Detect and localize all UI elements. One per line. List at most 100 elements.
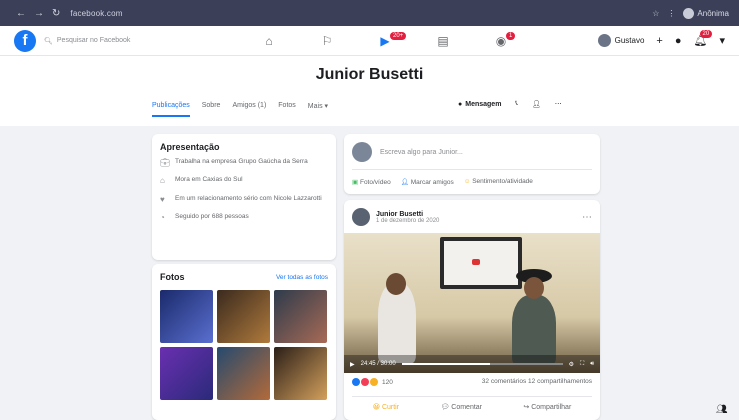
- avatar: [683, 7, 695, 19]
- rss-icon: ◔: [160, 213, 165, 223]
- search-input[interactable]: 🔍︎ Pesquisar no Facebook: [44, 37, 204, 45]
- like-reaction-icon: [352, 378, 360, 386]
- profile-name: Junior Busetti: [315, 66, 424, 83]
- photo-grid: [160, 290, 328, 400]
- browser-nav: ← → ↻: [16, 8, 60, 19]
- share-button[interactable]: ↪ Compartilhar: [523, 403, 571, 411]
- intro-text: Em um relacionamento sério com Nicole La…: [175, 194, 322, 202]
- home-icon: ⌂: [160, 176, 165, 186]
- comment-button[interactable]: 💬︎ Comentar: [440, 403, 482, 411]
- profile-label: Anônima: [697, 8, 729, 18]
- like-label: Curtir: [381, 404, 400, 411]
- feeling-label: Sentimento/atividade: [472, 178, 533, 185]
- see-all-photos-link[interactable]: Ver todas as fotos: [276, 274, 328, 281]
- photo-icon: ▣: [352, 179, 359, 186]
- intro-item: 💼︎ Trabalha na empresa Grupo Gaúcha da S…: [160, 158, 328, 168]
- settings-icon[interactable]: ⚙: [569, 361, 574, 368]
- like-button[interactable]: 😀︎ Curtir: [373, 403, 399, 411]
- avatar: [352, 142, 372, 162]
- reactions-row: 120 32 comentários 12 compartilhamentos: [352, 378, 592, 386]
- message-label: Mensagem: [465, 100, 502, 108]
- video-controls: ▶ 24:45 / 30:00 ⚙ ⛶ 🔊︎: [344, 355, 600, 373]
- volume-icon[interactable]: 🔊︎: [590, 361, 594, 368]
- haha-reaction-icon: [370, 378, 378, 386]
- comments-shares[interactable]: 32 comentários 12 compartilhamentos: [482, 378, 592, 386]
- video-time: 24:45 / 30:00: [360, 361, 396, 367]
- intro-item: ◔ Seguido por 688 pessoas: [160, 213, 328, 223]
- photo-thumbnail[interactable]: [160, 290, 213, 343]
- center-nav: ⌂ ⚐ ▶ 20+ ▤ ◉ 1: [240, 26, 530, 56]
- tab-photos[interactable]: Fotos: [278, 102, 296, 117]
- contacts-icon[interactable]: 👥︎: [716, 404, 727, 415]
- intro-text: Seguido por 688 pessoas: [175, 213, 249, 221]
- reactions-count: 120: [382, 378, 393, 386]
- fullscreen-icon[interactable]: ⛶: [580, 361, 584, 368]
- musician-left: [378, 283, 416, 363]
- back-icon[interactable]: ←: [16, 8, 26, 19]
- post-card: Junior Busetti 1 de dezembro de 2020 ⋯ ▶…: [344, 200, 600, 420]
- forward-icon[interactable]: →: [34, 8, 44, 19]
- intro-title: Apresentação: [160, 142, 220, 152]
- watch-icon[interactable]: ▶ 20+: [356, 32, 414, 48]
- browser-profile[interactable]: Anônima: [683, 7, 729, 19]
- messenger-icon[interactable]: ●: [675, 35, 682, 47]
- musician-left-head: [386, 273, 406, 295]
- messenger-icon: ●: [458, 100, 463, 108]
- smile-icon: ☺: [463, 178, 471, 185]
- extensions-icon[interactable]: ⋮: [667, 9, 675, 18]
- composer-input[interactable]: Escreva algo para Junior...: [380, 149, 463, 156]
- tab-more[interactable]: Mais ▾: [308, 102, 328, 117]
- play-icon[interactable]: ▶: [350, 361, 355, 368]
- groups-badge: 1: [506, 32, 516, 40]
- star-icon[interactable]: ☆: [652, 9, 659, 18]
- profile-tabs: Publicações Sobre Amigos (1) Fotos Mais …: [152, 102, 328, 117]
- groups-icon[interactable]: ◉ 1: [472, 32, 530, 48]
- profile-header: Junior Busetti Publicações Sobre Amigos …: [0, 56, 739, 126]
- reactions-summary[interactable]: 120: [352, 378, 393, 386]
- top-bar: f 🔍︎ Pesquisar no Facebook ⌂ ⚐ ▶ 20+ ▤ ◉ 1…: [0, 26, 739, 56]
- reload-icon[interactable]: ↻: [52, 8, 60, 19]
- post-actions: 😀︎ Curtir 💬︎ Comentar ↪ Compartilhar: [352, 396, 592, 411]
- facebook-logo-icon[interactable]: f: [14, 29, 36, 52]
- share-label: Compartilhar: [531, 404, 572, 411]
- photo-thumbnail[interactable]: [160, 347, 213, 400]
- photos-card: Fotos Ver todas as fotos: [152, 264, 336, 420]
- more-icon[interactable]: ⋯: [582, 212, 592, 223]
- profile-actions: ● Mensagem 📞︎ 👤︎ ⋯: [458, 100, 562, 108]
- love-reaction-icon: [361, 378, 369, 386]
- tab-friends[interactable]: Amigos (1): [232, 102, 266, 117]
- post-date[interactable]: 1 de dezembro de 2020: [376, 218, 439, 224]
- intro-item: ⌂ Mora em Caxias do Sul: [160, 176, 328, 186]
- address-bar[interactable]: facebook.com: [70, 9, 122, 18]
- flag-icon[interactable]: ⚐: [298, 34, 356, 48]
- tab-posts[interactable]: Publicações: [152, 102, 190, 117]
- photo-thumbnail[interactable]: [217, 347, 270, 400]
- video-progress-bar[interactable]: [401, 363, 563, 365]
- photo-thumbnail[interactable]: [274, 347, 327, 400]
- tag-icon: 👤︎: [400, 179, 409, 186]
- more-icon[interactable]: ⋯: [555, 100, 562, 108]
- intro-text: Mora em Caxias do Sul: [175, 176, 243, 184]
- comment-label: Comentar: [451, 404, 483, 411]
- friend-icon[interactable]: 👤︎: [532, 100, 541, 108]
- feeling-button[interactable]: ☺ Sentimento/atividade: [464, 178, 533, 186]
- post-author[interactable]: Junior Busetti: [376, 211, 439, 218]
- photo-thumbnail[interactable]: [274, 290, 327, 343]
- photo-video-button[interactable]: ▣ Foto/vídeo: [352, 178, 391, 186]
- chevron-down-icon[interactable]: ▾: [719, 34, 725, 47]
- account-chip[interactable]: Gustavo: [597, 34, 644, 47]
- photo-thumbnail[interactable]: [217, 290, 270, 343]
- right-nav: Gustavo + ● 🔔︎ 20 ▾: [597, 30, 725, 47]
- bell-icon[interactable]: 🔔︎ 20: [694, 30, 713, 47]
- tab-about[interactable]: Sobre: [202, 102, 221, 117]
- create-icon[interactable]: +: [656, 35, 662, 47]
- post-video[interactable]: ▶ 24:45 / 30:00 ⚙ ⛶ 🔊︎: [344, 233, 600, 373]
- marketplace-icon[interactable]: ▤: [414, 34, 472, 48]
- message-button[interactable]: ● Mensagem: [458, 101, 501, 108]
- photos-title: Fotos: [160, 272, 185, 282]
- tag-friends-button[interactable]: 👤︎ Marcar amigos: [401, 178, 454, 186]
- post-composer: Escreva algo para Junior... ▣ Foto/vídeo…: [344, 134, 600, 194]
- call-icon[interactable]: 📞︎: [515, 100, 517, 108]
- tv-screen: [440, 237, 522, 289]
- home-icon[interactable]: ⌂: [240, 34, 298, 48]
